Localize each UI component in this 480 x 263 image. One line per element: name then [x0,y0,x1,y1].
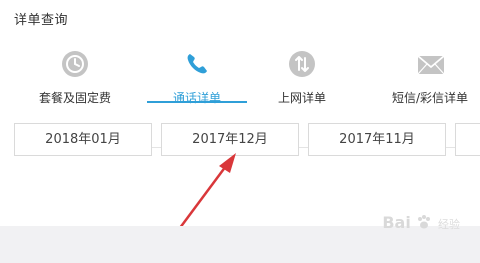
detail-query-panel: 详单查询 套餐及固定费 通话详单 上网详单 短信/彩信详单 2018年01月 2… [0,0,480,263]
watermark-logo: Bai 经验 [382,213,460,232]
paw-icon [418,215,431,229]
